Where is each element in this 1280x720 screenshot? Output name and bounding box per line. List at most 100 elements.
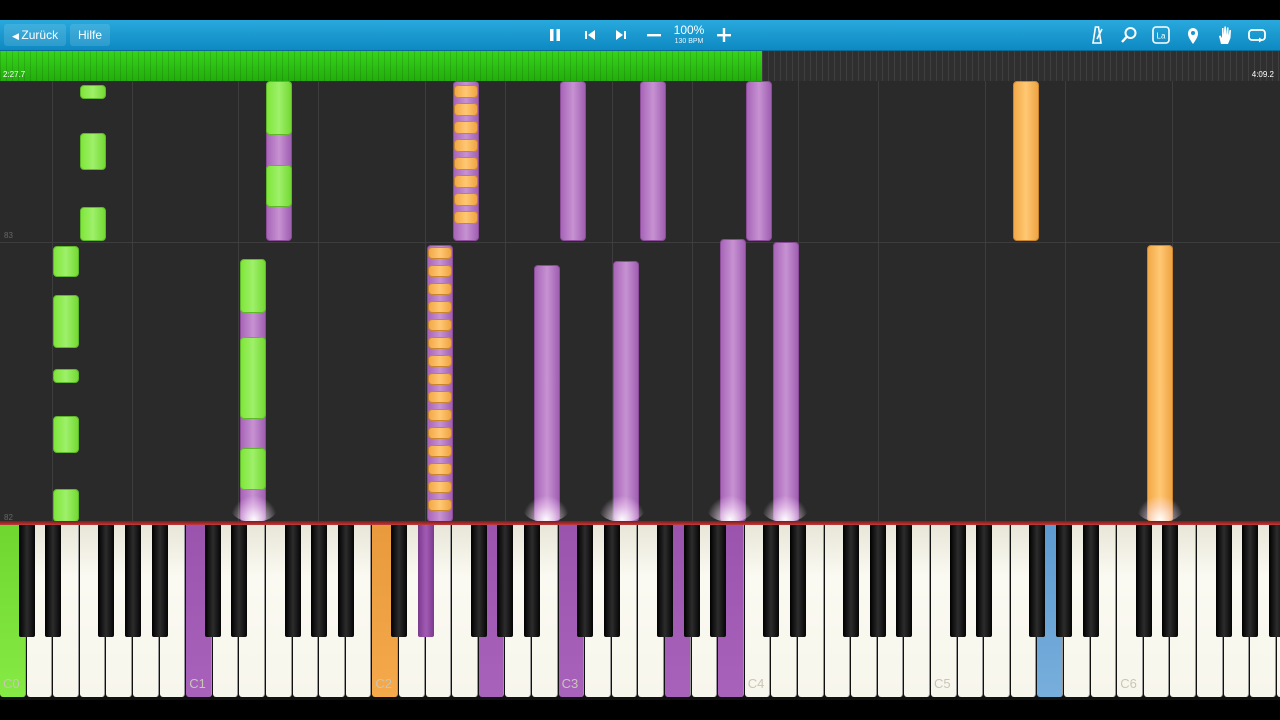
note	[428, 337, 452, 349]
label-icon[interactable]: La	[1149, 23, 1173, 47]
black-key	[18, 525, 35, 637]
back-arrow-icon: ◀	[12, 31, 22, 41]
black-key	[1242, 525, 1259, 637]
back-button-label: Zurück	[21, 28, 59, 42]
note	[454, 85, 478, 98]
note-roll: 83 82	[0, 81, 1280, 522]
black-key	[125, 525, 141, 637]
black-key	[284, 525, 301, 637]
note	[428, 373, 452, 385]
black-key	[524, 525, 540, 637]
piano-keyboard: C0 C1 C2 C3 C4 C5 C6	[0, 525, 1280, 700]
note	[53, 369, 79, 383]
c-key-label: C2	[375, 676, 393, 691]
grid-line	[878, 81, 879, 522]
note	[240, 337, 266, 419]
c-key-label: C6	[1120, 676, 1137, 691]
note	[428, 409, 452, 421]
grid-line	[132, 81, 133, 522]
note	[428, 301, 452, 313]
black-key	[470, 525, 487, 637]
note	[1013, 81, 1039, 241]
pause-icon[interactable]	[543, 23, 567, 47]
black-key	[657, 525, 673, 637]
note	[773, 242, 799, 522]
black-key	[337, 525, 354, 637]
black-key	[231, 525, 248, 637]
hand-icon[interactable]	[1213, 23, 1237, 47]
black-key	[949, 525, 966, 637]
note	[428, 445, 452, 457]
total-time: 4:09.2	[1251, 70, 1274, 79]
black-key	[417, 525, 434, 637]
location-pin-icon[interactable]	[1181, 23, 1205, 47]
note	[613, 261, 639, 522]
c-key-label: C5	[934, 676, 951, 691]
note	[746, 81, 772, 241]
key-glow	[762, 496, 808, 522]
black-key	[1268, 525, 1280, 637]
c-key-label: C1	[189, 676, 206, 691]
note	[720, 239, 746, 522]
note	[640, 81, 666, 241]
back-button[interactable]: ◀ Zurück	[4, 24, 67, 46]
note	[80, 85, 106, 99]
note	[454, 211, 478, 224]
note	[53, 416, 79, 453]
black-key	[1029, 525, 1046, 637]
black-key	[577, 525, 594, 637]
grid-line	[505, 81, 506, 522]
speed-decrease-icon[interactable]	[642, 23, 666, 47]
black-key	[1162, 525, 1179, 637]
skip-back-icon[interactable]	[578, 23, 602, 47]
black-key	[710, 525, 727, 637]
black-key	[896, 525, 913, 637]
c-key-label: C4	[747, 676, 765, 691]
note	[53, 489, 79, 522]
black-key	[311, 525, 328, 637]
note	[428, 355, 452, 367]
metronome-icon[interactable]	[1085, 23, 1109, 47]
grid-line	[318, 81, 319, 522]
black-key	[45, 525, 62, 637]
black-key	[1056, 525, 1072, 637]
key-glow	[231, 496, 277, 522]
grid-line	[1065, 81, 1066, 522]
skip-forward-icon[interactable]	[609, 23, 633, 47]
help-button[interactable]: Hilfe	[70, 24, 111, 46]
black-key	[1135, 525, 1152, 637]
search-icon[interactable]	[1117, 23, 1141, 47]
loop-icon[interactable]	[1245, 23, 1269, 47]
toolbar: ◀ Zurück Hilfe 100% 130 BPM La	[0, 20, 1280, 51]
note	[1147, 245, 1173, 522]
speed-increase-icon[interactable]	[712, 23, 736, 47]
note	[454, 139, 478, 152]
bottom-letterbox	[0, 700, 1280, 720]
black-key	[98, 525, 115, 637]
black-key	[1082, 525, 1099, 637]
key-glow	[1137, 496, 1183, 522]
note	[454, 193, 478, 206]
label-icon-text: La	[1157, 32, 1166, 41]
black-key	[1215, 525, 1232, 637]
progress-fill	[0, 51, 762, 81]
note	[428, 499, 452, 511]
note	[80, 133, 106, 170]
c-key-label: C3	[561, 676, 579, 691]
note	[454, 121, 478, 134]
measure-label: 83	[4, 231, 13, 240]
note	[53, 246, 79, 277]
note	[428, 319, 452, 331]
progress-bar[interactable]: 2:27.7 4:09.2	[0, 51, 1280, 81]
black-key	[391, 525, 407, 637]
note	[454, 175, 478, 188]
note	[428, 247, 452, 259]
note	[428, 265, 452, 277]
black-key	[497, 525, 514, 637]
note	[266, 81, 292, 135]
black-key	[151, 525, 168, 637]
zoom-percent: 100%	[673, 23, 705, 37]
note	[266, 165, 292, 207]
key-glow	[523, 496, 569, 522]
black-key	[843, 525, 860, 637]
